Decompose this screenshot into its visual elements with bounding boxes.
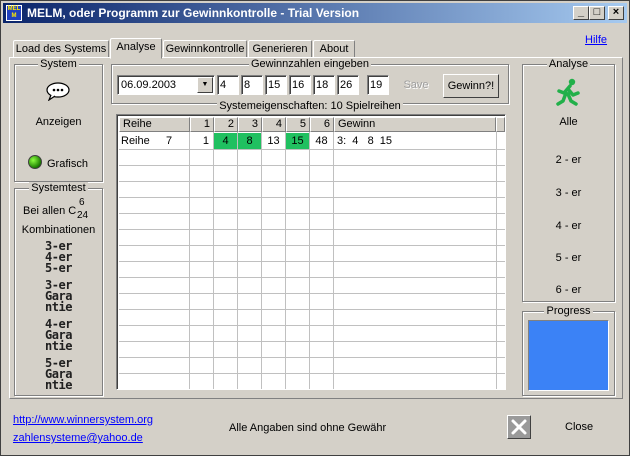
garantie-4-line3: ntie (45, 339, 72, 353)
grid-row-line (119, 341, 505, 342)
analyse-2er[interactable]: 2 - er (522, 154, 615, 166)
row-cell-6: 48 (315, 135, 328, 147)
col-header-3[interactable]: 3 (238, 117, 262, 132)
row-gewinn: 3: 4 8 15 (337, 135, 393, 147)
analyse-alle[interactable]: Alle (522, 116, 615, 128)
grid-row-line (119, 165, 505, 166)
test-4er-garantie-button[interactable]: 4-er Gara ntie (14, 318, 103, 353)
test-5er-button[interactable]: 5-er (14, 262, 103, 274)
grid-row-line (119, 261, 505, 262)
systemtest-title: Systemtest (29, 182, 88, 194)
grid-row-line (119, 389, 505, 390)
analyse-3er[interactable]: 3 - er (522, 187, 615, 199)
combination-bottom: 24 (77, 210, 89, 221)
number-field-2[interactable]: 8 (241, 75, 263, 95)
maximize-button[interactable]: □ (589, 6, 605, 20)
number-field-4[interactable]: 16 (289, 75, 311, 95)
table-title-text: Systemeigenschaften: 10 Spielreihen (217, 100, 403, 112)
test-3er-garantie-button[interactable]: 3-er Gara ntie (14, 279, 103, 314)
col-header-reihe[interactable]: Reihe (119, 117, 190, 132)
window-title: MELM, oder Programm zur Gewinnkontrolle … (27, 6, 360, 20)
grid-row-line (119, 181, 505, 182)
analyse-4er[interactable]: 4 - er (522, 220, 615, 232)
grid-row-line (119, 293, 505, 294)
analyse-6er[interactable]: 6 - er (522, 284, 615, 296)
number-field-1[interactable]: 4 (217, 75, 239, 95)
col-header-5[interactable]: 5 (286, 117, 310, 132)
combination-top: 6 (79, 197, 85, 208)
grid-row-line (119, 245, 505, 246)
col-header-6[interactable]: 6 (310, 117, 334, 132)
garantie-3-line3: ntie (45, 300, 72, 314)
zusatzzahl-field[interactable]: 19 (367, 75, 389, 95)
tab-analyse[interactable]: Analyse (110, 38, 162, 59)
col-header-4[interactable]: 4 (262, 117, 286, 132)
running-man-icon[interactable] (553, 77, 583, 107)
gewinnzahlen-title: Gewinnzahlen eingeben (248, 58, 372, 70)
grid-row-line (119, 229, 505, 230)
main-window: MEL M MELM, oder Programm zur Gewinnkontr… (0, 0, 630, 456)
grid-row-line (119, 309, 505, 310)
date-select[interactable]: 06.09.2003 ▼ (117, 75, 215, 95)
row-cell-5: 15 (286, 133, 309, 149)
test-5er-garantie-button[interactable]: 5-er Gara ntie (14, 357, 103, 392)
anzeigen-label[interactable]: Anzeigen (14, 116, 103, 128)
save-button[interactable]: Save (397, 74, 435, 98)
date-value: 06.09.2003 (121, 79, 177, 91)
speech-bubble-icon[interactable] (45, 81, 71, 101)
col-header-filler (496, 117, 505, 132)
system-group-title: System (38, 58, 79, 70)
close-window-button[interactable]: × (608, 6, 624, 20)
gewinn-button[interactable]: Gewinn?! (443, 74, 499, 98)
results-table[interactable]: Reihe 1 2 3 4 5 6 Gewinn Reihe 7 1 4 8 1… (116, 114, 506, 390)
grafisch-label[interactable]: Grafisch (47, 158, 88, 170)
grid-row-line (119, 277, 505, 278)
col-header-2[interactable]: 2 (214, 117, 238, 132)
close-x-icon[interactable] (507, 415, 531, 439)
col-header-gewinn[interactable]: Gewinn (334, 117, 496, 132)
row-label: Reihe (121, 135, 150, 147)
table-title: Systemeigenschaften: 10 Spielreihen (111, 100, 509, 112)
hilfe-link[interactable]: Hilfe (585, 34, 607, 46)
analyse-group-title: Analyse (546, 58, 591, 70)
progress-display (528, 320, 609, 391)
row-cell-2: 4 (214, 133, 237, 149)
tab-load-des-systems[interactable]: Load des Systems (13, 40, 109, 58)
grid-row-line (119, 357, 505, 358)
kombinationen-label: Kombinationen (21, 224, 96, 236)
bei-allen-label: Bei allen C (23, 205, 77, 217)
progress-title: Progress (544, 305, 593, 317)
title-bar[interactable]: MEL M MELM, oder Programm zur Gewinnkontr… (3, 3, 627, 23)
number-field-5[interactable]: 18 (313, 75, 335, 95)
app-icon: MEL M (6, 5, 22, 21)
number-field-3[interactable]: 15 (265, 75, 287, 95)
grid-row-line (119, 325, 505, 326)
grid-row-line (119, 373, 505, 374)
disclaimer-text: Alle Angaben sind ohne Gewähr (229, 422, 387, 434)
col-header-1[interactable]: 1 (190, 117, 214, 132)
analyse-5er[interactable]: 5 - er (522, 252, 615, 264)
row-number: 7 (165, 135, 173, 147)
row-cell-3: 8 (238, 133, 261, 149)
number-field-6[interactable]: 26 (337, 75, 359, 95)
row-cell-1: 1 (202, 135, 209, 147)
row-cell-4: 13 (267, 135, 280, 147)
close-label[interactable]: Close (565, 421, 593, 433)
tab-about[interactable]: About (313, 40, 355, 58)
garantie-5-line3: ntie (45, 378, 72, 392)
minimize-button[interactable]: _ (573, 6, 589, 20)
tab-generieren[interactable]: Generieren (248, 40, 312, 58)
email-link[interactable]: zahlensysteme@yahoo.de (13, 432, 143, 444)
grafisch-indicator-icon[interactable] (28, 155, 42, 169)
grid-row-line (119, 197, 505, 198)
website-link[interactable]: http://www.winnersystem.org (13, 414, 153, 426)
grid-row-line (119, 213, 505, 214)
grid-row-line (119, 149, 505, 150)
chevron-down-icon[interactable]: ▼ (197, 77, 213, 93)
tab-gewinnkontrolle[interactable]: Gewinnkontrolle (163, 40, 247, 58)
